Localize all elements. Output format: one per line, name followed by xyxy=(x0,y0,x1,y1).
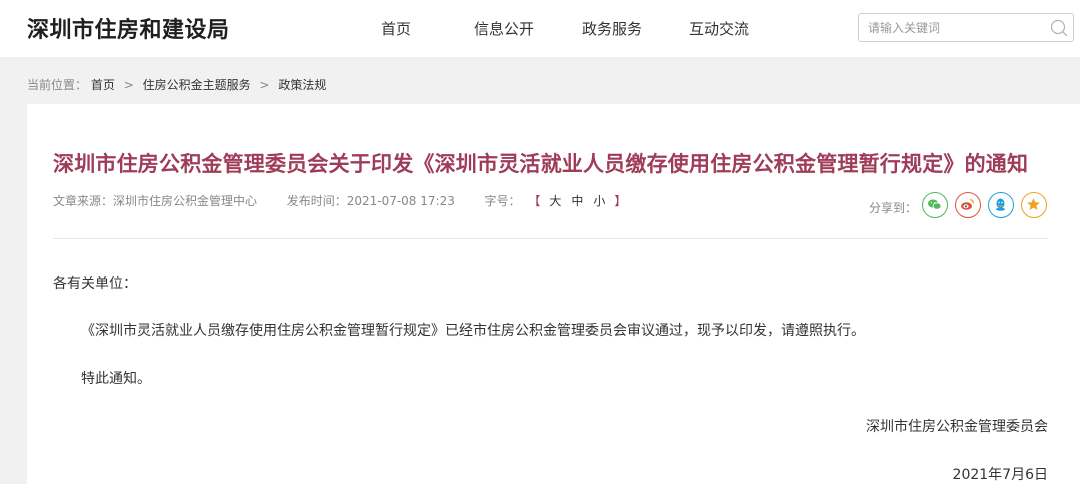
divider xyxy=(53,238,1048,239)
font-size-control: 【大中小】 xyxy=(524,192,630,209)
source-value: 深圳市住房公积金管理中心 xyxy=(113,194,258,208)
nav-item-info-disclosure[interactable]: 信息公开 xyxy=(474,18,534,39)
breadcrumb: 当前位置： 首页 > 住房公积金主题服务 > 政策法规 xyxy=(27,76,326,93)
time-value: 2021-07-08 17:23 xyxy=(346,194,455,208)
font-size-large[interactable]: 大 xyxy=(549,192,561,209)
body-paragraph: 《深圳市灵活就业人员缴存使用住房公积金管理暂行规定》已经市住房公积金管理委员会审… xyxy=(81,323,865,339)
site-header: 深圳市住房和建设局 首页 信息公开 政务服务 互动交流 xyxy=(0,0,1080,57)
body-paragraph: 特此通知。 xyxy=(81,371,151,387)
signer: 深圳市住房公积金管理委员会 xyxy=(866,419,1048,435)
source-label: 文章来源： xyxy=(53,194,114,208)
salutation: 各有关单位： xyxy=(53,276,137,292)
share-label: 分享到： xyxy=(869,201,918,215)
font-size-small[interactable]: 小 xyxy=(593,192,605,209)
breadcrumb-label: 当前位置： xyxy=(27,78,88,92)
article-meta: 文章来源：深圳市住房公积金管理中心 发布时间：2021-07-08 17:23 … xyxy=(53,192,630,209)
nav-item-home[interactable]: 首页 xyxy=(381,18,411,39)
search-input[interactable] xyxy=(859,14,1045,41)
nav-item-interaction[interactable]: 互动交流 xyxy=(689,18,749,39)
search-box xyxy=(858,13,1074,42)
time-label: 发布时间： xyxy=(286,194,347,208)
breadcrumb-policies[interactable]: 政策法规 xyxy=(278,78,326,92)
breadcrumb-housing-fund[interactable]: 住房公积金主题服务 xyxy=(143,78,251,92)
bracket-open: 【 xyxy=(528,194,541,208)
bracket-close: 】 xyxy=(614,194,627,208)
sign-date: 2021年7月6日 xyxy=(952,467,1048,483)
nav-item-gov-services[interactable]: 政务服务 xyxy=(582,18,642,39)
font-size-label: 字号： xyxy=(484,194,521,208)
article-title: 深圳市住房公积金管理委员会关于印发《深圳市灵活就业人员缴存使用住房公积金管理暂行… xyxy=(53,152,1029,176)
breadcrumb-home[interactable]: 首页 xyxy=(91,78,115,92)
wechat-icon[interactable] xyxy=(922,192,948,218)
article-panel: 深圳市住房公积金管理委员会关于印发《深圳市灵活就业人员缴存使用住房公积金管理暂行… xyxy=(27,104,1080,484)
qq-icon[interactable] xyxy=(988,192,1014,218)
favorite-icon[interactable] xyxy=(1021,192,1047,218)
breadcrumb-separator: > xyxy=(123,78,134,92)
font-size-medium[interactable]: 中 xyxy=(571,192,583,209)
weibo-icon[interactable] xyxy=(955,192,981,218)
search-icon[interactable] xyxy=(1049,18,1069,38)
breadcrumb-separator: > xyxy=(259,78,270,92)
